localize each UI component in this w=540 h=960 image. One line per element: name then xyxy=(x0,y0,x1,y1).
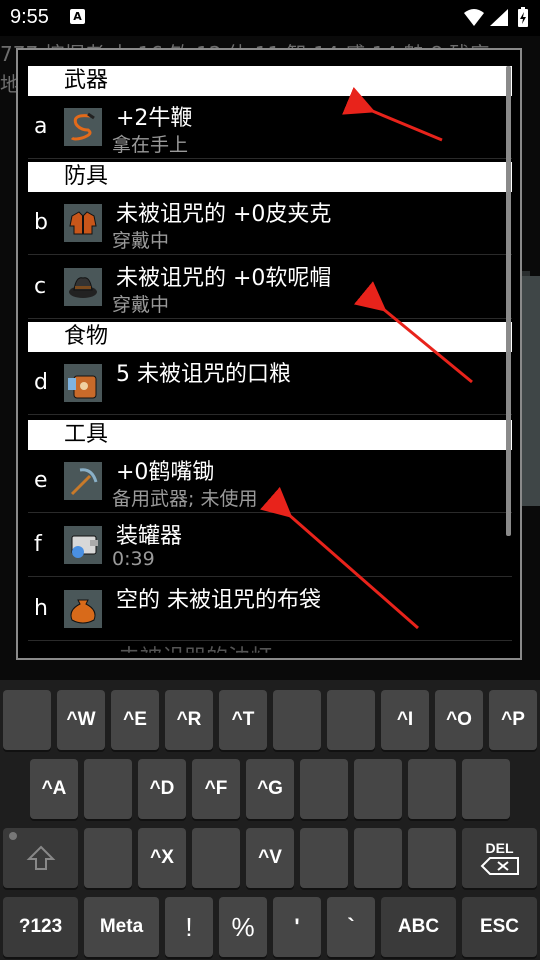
key-ctrl-w[interactable]: ^W xyxy=(57,690,105,750)
key-ctrl-a[interactable]: ^A xyxy=(30,759,78,819)
annotation-arrow xyxy=(342,86,443,142)
abc-key[interactable]: ABC xyxy=(381,897,456,957)
symbols-key[interactable]: ?123 xyxy=(3,897,78,957)
key-ctrl-i[interactable]: ^I xyxy=(381,690,429,750)
key-ctrl-e[interactable]: ^E xyxy=(111,690,159,750)
delete-label: DEL xyxy=(485,840,514,856)
key-blank[interactable] xyxy=(462,759,510,819)
key-blank[interactable] xyxy=(300,759,348,819)
key-ctrl-r[interactable]: ^R xyxy=(165,690,213,750)
key-ctrl-f[interactable]: ^F xyxy=(192,759,240,819)
key-ctrl-d[interactable]: ^D xyxy=(138,759,186,819)
key-blank[interactable] xyxy=(354,828,402,888)
shift-arrow-icon xyxy=(26,845,55,870)
key-blank[interactable] xyxy=(84,828,132,888)
annotation-arrow xyxy=(260,486,419,630)
key-ctrl-g[interactable]: ^G xyxy=(246,759,294,819)
key-blank[interactable] xyxy=(354,759,402,819)
key-blank[interactable] xyxy=(327,690,375,750)
key-blank[interactable] xyxy=(408,759,456,819)
shift-indicator xyxy=(9,832,17,840)
key-blank[interactable] xyxy=(3,690,51,750)
delete-key[interactable]: DEL xyxy=(462,828,537,888)
meta-key[interactable]: Meta xyxy=(84,897,159,957)
key-backtick[interactable]: ` xyxy=(327,897,375,957)
shift-key[interactable] xyxy=(3,828,78,888)
escape-key[interactable]: ESC xyxy=(462,897,537,957)
key-blank[interactable] xyxy=(408,828,456,888)
key-ctrl-o[interactable]: ^O xyxy=(435,690,483,750)
key-blank[interactable] xyxy=(273,690,321,750)
on-screen-keyboard: ^W ^E ^R ^T ^I ^O ^P ^A ^D ^F ^G ^X ^V D… xyxy=(0,680,540,960)
key-ctrl-t[interactable]: ^T xyxy=(219,690,267,750)
key-ctrl-p[interactable]: ^P xyxy=(489,690,537,750)
key-exclamation[interactable]: ! xyxy=(165,897,213,957)
key-ctrl-x[interactable]: ^X xyxy=(138,828,186,888)
annotation-arrows xyxy=(260,86,473,630)
annotation-arrow xyxy=(353,281,473,384)
key-ctrl-v[interactable]: ^V xyxy=(246,828,294,888)
key-blank[interactable] xyxy=(300,828,348,888)
key-apostrophe[interactable]: ' xyxy=(273,897,321,957)
key-blank[interactable] xyxy=(192,828,240,888)
backspace-icon xyxy=(480,857,519,875)
key-blank[interactable] xyxy=(84,759,132,819)
key-percent[interactable]: % xyxy=(219,897,267,957)
